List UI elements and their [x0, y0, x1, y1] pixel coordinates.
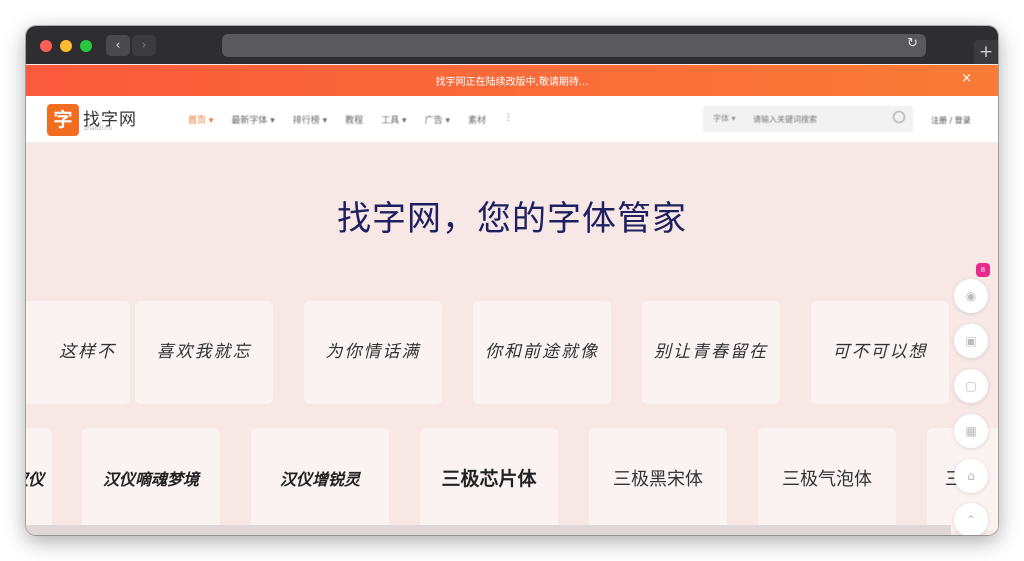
- home-glyph: ⌂: [967, 469, 975, 483]
- font-sample: 汉仪增锐灵: [279, 470, 360, 489]
- font-sample: 三极芯片体: [441, 468, 537, 490]
- notice-text: 找字网正在陆续改版中,敬请期待...: [435, 77, 589, 88]
- font-card[interactable]: 三极黑宋体: [589, 428, 727, 531]
- arrow-up-glyph: ⌃: [965, 513, 977, 527]
- back-button[interactable]: ‹: [106, 35, 130, 56]
- page-title: 找字网，您的字体管家: [337, 199, 687, 239]
- cart-icon[interactable]: ▣: [954, 324, 988, 358]
- font-card[interactable]: 三极气泡体: [758, 428, 896, 531]
- font-card[interactable]: 汉仪: [26, 428, 52, 531]
- search-box: 字体 ▾: [703, 106, 913, 132]
- scroll-track[interactable]: [26, 525, 951, 535]
- font-card[interactable]: 三极芯片体: [420, 428, 558, 531]
- browser-titlebar: ‹ › ↻ +: [26, 26, 998, 64]
- font-card[interactable]: 别让青春留在: [642, 301, 780, 404]
- reload-icon[interactable]: ↻: [907, 36, 918, 51]
- eye-icon[interactable]: ◉ 8: [954, 263, 990, 313]
- minimize-window-button[interactable]: [60, 40, 72, 52]
- window-icon[interactable]: ▢: [954, 369, 988, 403]
- search-input[interactable]: [753, 111, 883, 127]
- font-sample: 别让青春留在: [654, 342, 768, 362]
- chevron-right-icon: ›: [141, 38, 147, 53]
- close-icon[interactable]: ×: [961, 71, 972, 86]
- eye-glyph: ◉: [965, 289, 977, 303]
- nav-item-materials[interactable]: 素材: [468, 113, 486, 126]
- font-sample: 你和前途就像: [485, 342, 599, 362]
- font-card[interactable]: 可不可以想: [811, 301, 949, 404]
- login-link[interactable]: 注册 / 登录: [931, 115, 971, 126]
- site-header: 字 找字网 zhaozi.cn 首页 ▾ 最新字体 ▾ 排行榜 ▾ 教程 工具 …: [26, 96, 998, 143]
- cart-glyph: ▣: [965, 334, 977, 348]
- font-card[interactable]: 汉仪增锐灵: [251, 428, 389, 531]
- home-icon[interactable]: ⌂: [954, 459, 988, 493]
- font-sample: 汉仪嘀魂梦境: [102, 470, 199, 489]
- font-card[interactable]: 汉仪嘀魂梦境: [82, 428, 220, 531]
- notification-badge: 8: [976, 263, 990, 277]
- image-icon[interactable]: ▦: [954, 414, 988, 448]
- font-sample: 喜欢我就忘: [156, 342, 252, 362]
- address-bar[interactable]: ↻: [222, 34, 926, 57]
- nav-item-ads[interactable]: 广告 ▾: [425, 113, 450, 126]
- font-sample: 为你情话满: [325, 342, 421, 362]
- nav-item-tools[interactable]: 工具 ▾: [381, 113, 406, 126]
- font-sample: 三极黑宋体: [613, 469, 703, 490]
- nav-item-home[interactable]: 首页 ▾: [188, 113, 213, 126]
- plus-icon: +: [978, 42, 994, 62]
- logo-icon[interactable]: 字: [47, 104, 79, 136]
- font-sample: 这样不: [59, 342, 116, 362]
- nav-item-tutorials[interactable]: 教程: [345, 113, 363, 126]
- forward-button[interactable]: ›: [132, 35, 156, 56]
- font-card[interactable]: 为你情话满: [304, 301, 442, 404]
- nav-more-icon[interactable]: ⋮: [504, 113, 513, 126]
- font-sample: 三极气泡体: [782, 469, 872, 490]
- logo-subtitle: zhaozi.cn: [84, 125, 113, 132]
- font-sample: 可不可以想: [832, 342, 928, 362]
- image-glyph: ▦: [965, 424, 977, 438]
- new-tab-button[interactable]: +: [974, 40, 998, 64]
- maximize-window-button[interactable]: [80, 40, 92, 52]
- close-window-button[interactable]: [40, 40, 52, 52]
- font-sample: 汉仪: [26, 470, 44, 489]
- nav-item-new-fonts[interactable]: 最新字体 ▾: [231, 113, 274, 126]
- notice-banner: 找字网正在陆续改版中,敬请期待... ×: [26, 65, 998, 96]
- main-content: 找字网，您的字体管家 这样不 喜欢我就忘 为你情话满 你和前途就像 别让青春留在…: [26, 143, 998, 535]
- main-nav: 首页 ▾ 最新字体 ▾ 排行榜 ▾ 教程 工具 ▾ 广告 ▾ 素材 ⋮: [188, 113, 531, 126]
- nav-item-ranking[interactable]: 排行榜 ▾: [293, 113, 327, 126]
- font-card[interactable]: 喜欢我就忘: [135, 301, 273, 404]
- browser-window: ‹ › ↻ + 找字网正在陆续改版中,敬请期待... × 字 找字网 zhaoz…: [26, 26, 998, 535]
- font-card[interactable]: 这样不: [26, 301, 130, 404]
- font-card[interactable]: 你和前途就像: [473, 301, 611, 404]
- search-icon[interactable]: [893, 111, 905, 123]
- chevron-left-icon: ‹: [115, 38, 121, 53]
- arrow-up-icon[interactable]: ⌃: [954, 503, 988, 535]
- window-glyph: ▢: [965, 379, 977, 393]
- search-category-select[interactable]: 字体 ▾: [713, 113, 736, 124]
